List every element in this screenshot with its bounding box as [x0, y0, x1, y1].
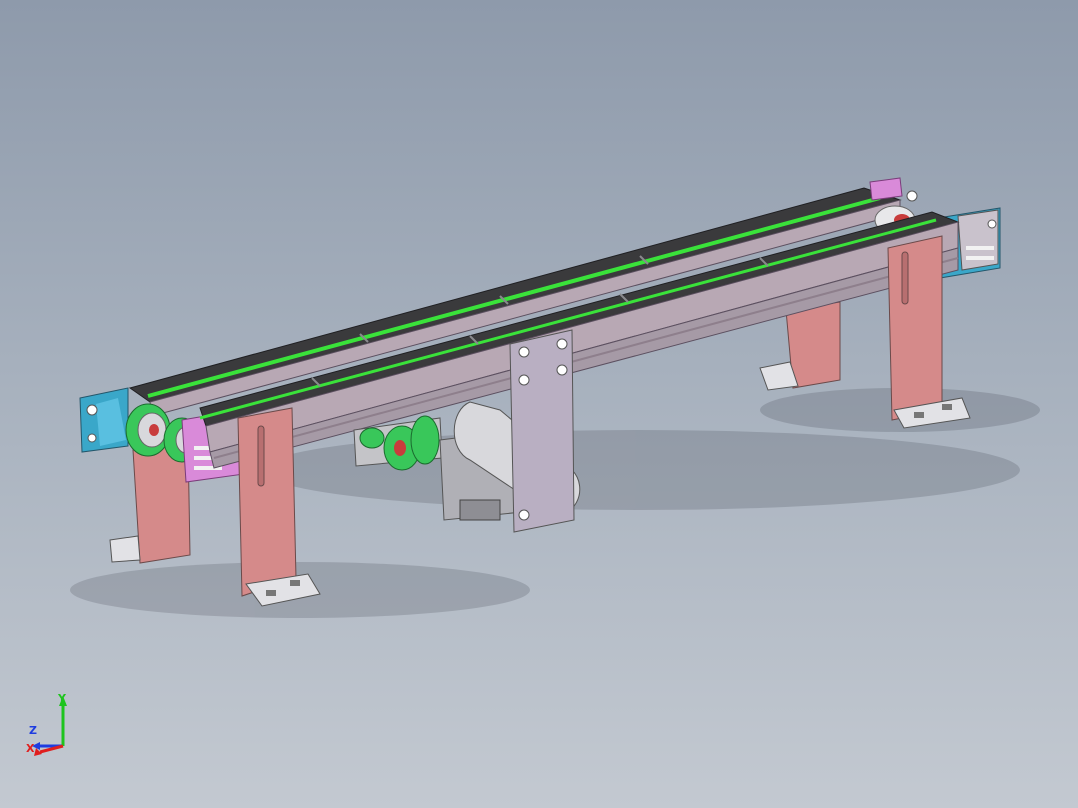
x-axis-label: X — [26, 742, 35, 755]
left-pulley[interactable] — [125, 403, 171, 457]
y-axis-label: Y — [57, 692, 67, 705]
right-end-bracket-pink[interactable] — [869, 177, 918, 202]
left-end-bracket-blue[interactable] — [79, 387, 129, 453]
z-axis-label: Z — [29, 724, 37, 737]
cad-viewport[interactable]: Y Z X — [0, 0, 1078, 808]
motor-mount-plate[interactable] — [509, 329, 575, 533]
orientation-triad[interactable]: Y Z X — [0, 680, 90, 760]
conveyor-assembly-model[interactable] — [0, 0, 1078, 808]
